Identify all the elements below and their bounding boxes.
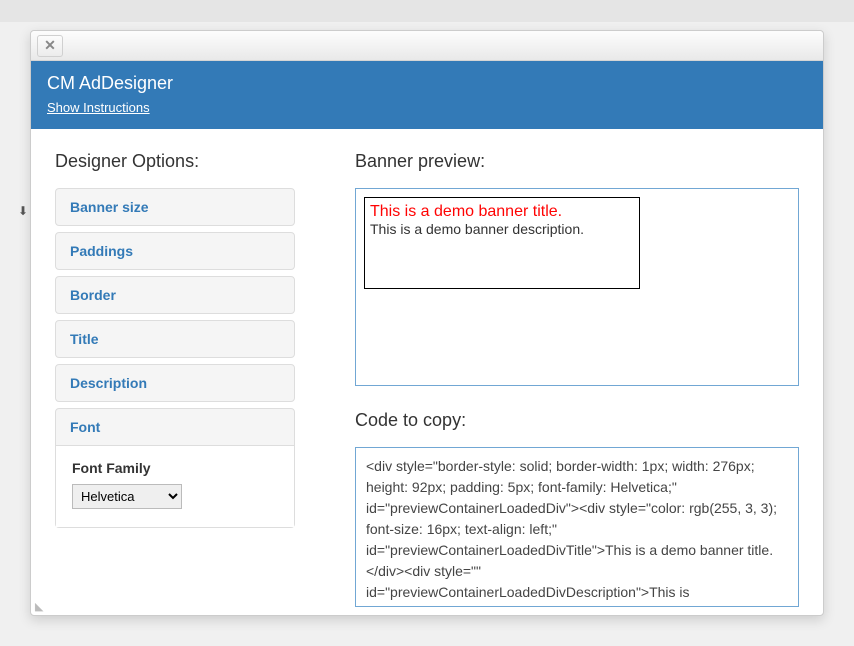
close-button[interactable]: ✕ bbox=[37, 35, 63, 57]
banner-description: This is a demo banner description. bbox=[370, 221, 634, 237]
resize-handle-icon[interactable]: ◢ bbox=[35, 600, 43, 613]
close-icon: ✕ bbox=[44, 37, 56, 54]
banner-preview-pane[interactable]: This is a demo banner title. This is a d… bbox=[355, 188, 799, 386]
font-panel: Font Family Helvetica bbox=[56, 445, 294, 527]
accordion-description[interactable]: Description bbox=[56, 365, 294, 401]
accordion-paddings[interactable]: Paddings bbox=[56, 233, 294, 269]
accordion-title[interactable]: Title bbox=[56, 321, 294, 357]
accordion-font[interactable]: Font bbox=[56, 409, 294, 445]
modal-titlebar: ✕ bbox=[31, 31, 823, 61]
app-title: CM AdDesigner bbox=[47, 73, 807, 94]
banner-preview-heading: Banner preview: bbox=[355, 151, 799, 172]
font-family-label: Font Family bbox=[72, 460, 278, 476]
show-instructions-link[interactable]: Show Instructions bbox=[47, 100, 807, 115]
modal-body[interactable]: CM AdDesigner Show Instructions Designer… bbox=[31, 61, 823, 615]
font-family-select[interactable]: Helvetica bbox=[72, 484, 182, 509]
accordion-border[interactable]: Border bbox=[56, 277, 294, 313]
modal-dialog: ✕ CM AdDesigner Show Instructions Design… bbox=[30, 30, 824, 616]
banner-title: This is a demo banner title. bbox=[370, 203, 634, 221]
app-header: CM AdDesigner Show Instructions bbox=[31, 61, 823, 129]
accordion-banner-size[interactable]: Banner size bbox=[56, 189, 294, 225]
designer-options-heading: Designer Options: bbox=[55, 151, 295, 172]
code-to-copy-heading: Code to copy: bbox=[355, 410, 799, 431]
download-icon: ⬇ bbox=[18, 204, 28, 218]
options-accordion: Banner size Paddings Border Title Descri… bbox=[55, 188, 295, 528]
code-output[interactable]: <div style="border-style: solid; border-… bbox=[355, 447, 799, 607]
banner-preview-box: This is a demo banner title. This is a d… bbox=[364, 197, 640, 289]
